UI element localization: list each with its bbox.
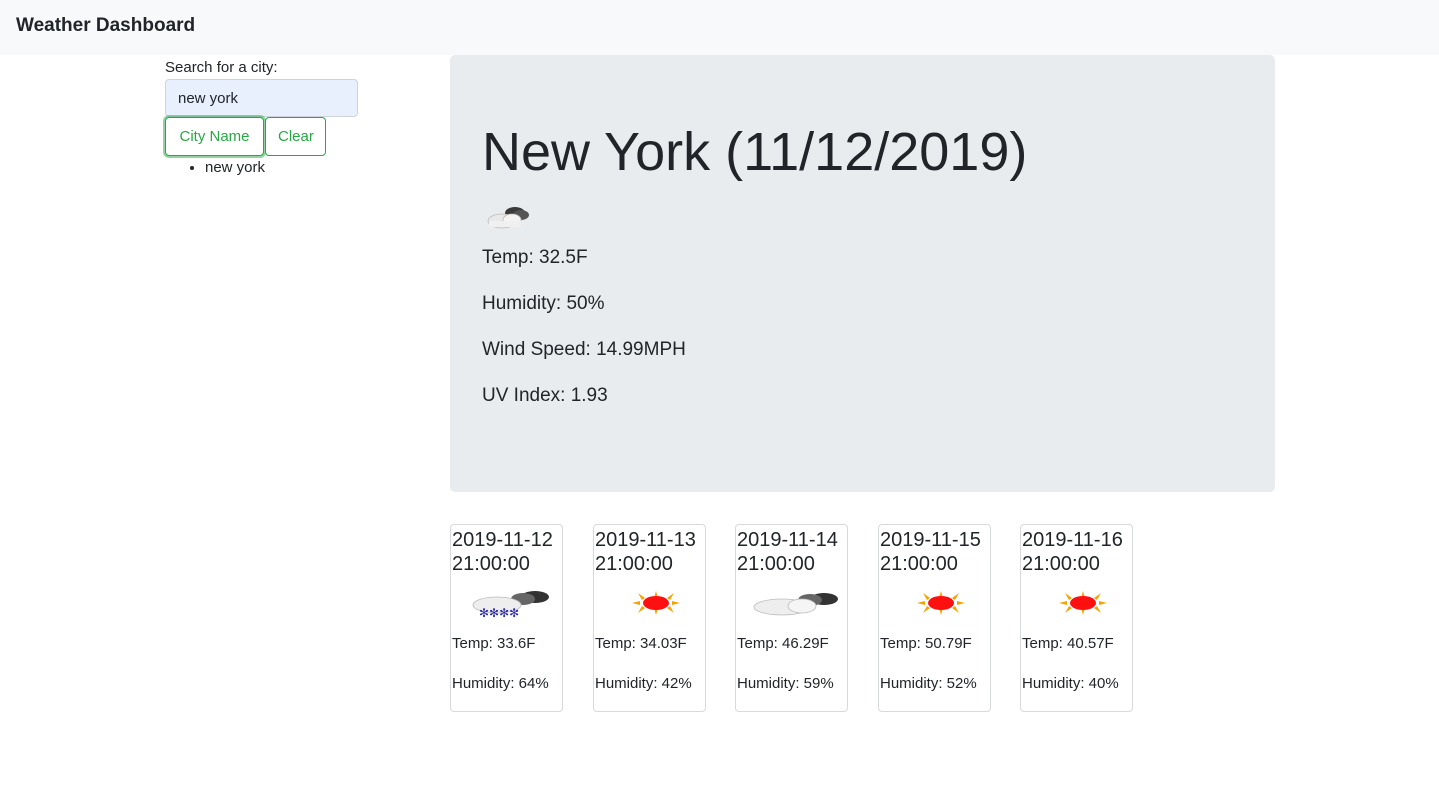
search-history: new york (205, 159, 425, 176)
forecast-humidity: Humidity: 40% (1022, 675, 1119, 692)
cloud-icon (753, 593, 838, 616)
forecast-card: 2019-11-13 21:00:00 Temp: 34.03F Humidit… (593, 524, 706, 712)
search-label: Search for a city: (165, 59, 278, 76)
forecast-humidity: Humidity: 42% (595, 675, 692, 692)
forecast-date: 2019-11-12 21:00:00 (452, 529, 553, 575)
history-item[interactable]: new york (205, 159, 425, 176)
forecast-humidity: Humidity: 52% (880, 675, 977, 692)
city-name-button[interactable]: City Name (165, 117, 264, 156)
current-city-title: New York (11/12/2019) (482, 122, 1028, 182)
forecast-temp: Temp: 40.57F (1022, 635, 1114, 652)
sun-icon (1059, 591, 1107, 615)
current-weather-panel: New York (11/12/2019) Temp: 32.5F Humidi… (450, 55, 1275, 492)
current-temp: Temp: 32.5F (482, 247, 588, 268)
current-wind-speed: Wind Speed: 14.99MPH (482, 339, 686, 360)
forecast-humidity: Humidity: 59% (737, 675, 834, 692)
forecast-date: 2019-11-15 21:00:00 (880, 529, 981, 575)
forecast-date: 2019-11-13 21:00:00 (595, 529, 696, 575)
forecast-card: 2019-11-15 21:00:00 Temp: 50.79F Humidit… (878, 524, 991, 712)
forecast-card: 2019-11-12 21:00:00 ✻✻✻✻ Temp: 33.6F Hum… (450, 524, 563, 712)
search-input[interactable] (165, 79, 358, 117)
sun-icon (917, 591, 965, 615)
sun-icon (632, 591, 680, 615)
search-buttons: City Name Clear (165, 117, 425, 156)
navbar: Weather Dashboard (0, 0, 1439, 55)
forecast-humidity: Humidity: 64% (452, 675, 549, 692)
svg-text:✻✻✻✻: ✻✻✻✻ (479, 606, 519, 620)
forecast-card: 2019-11-16 21:00:00 Temp: 40.57F Humidit… (1020, 524, 1133, 712)
cloud-icon (487, 207, 529, 229)
snow-icon: ✻✻✻✻ (472, 591, 549, 620)
forecast-temp: Temp: 33.6F (452, 635, 536, 652)
clear-button[interactable]: Clear (265, 117, 326, 156)
forecast-card: 2019-11-14 21:00:00 Temp: 46.29F Humidit… (735, 524, 848, 712)
forecast-temp: Temp: 46.29F (737, 635, 829, 652)
current-uv-index: UV Index: 1.93 (482, 385, 608, 406)
forecast-temp: Temp: 50.79F (880, 635, 972, 652)
sidebar: Search for a city: City Name Clear new y… (165, 58, 425, 176)
forecast-temp: Temp: 34.03F (595, 635, 687, 652)
current-humidity: Humidity: 50% (482, 293, 605, 314)
forecast-date: 2019-11-14 21:00:00 (737, 529, 838, 575)
forecast-date: 2019-11-16 21:00:00 (1022, 529, 1123, 575)
navbar-brand[interactable]: Weather Dashboard (16, 15, 195, 37)
